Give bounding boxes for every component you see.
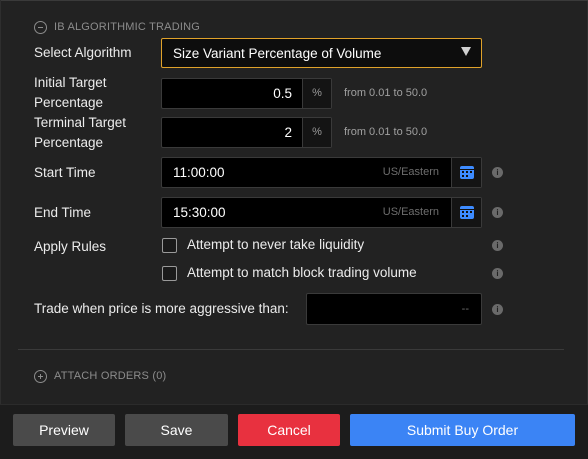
initial-target-input[interactable]: 0.5 % [161,78,332,109]
match-block-volume-checkbox[interactable] [162,266,177,281]
initial-target-unit: % [302,79,331,108]
info-icon[interactable]: i [492,207,503,218]
cancel-button[interactable]: Cancel [238,414,340,446]
end-time-label: End Time [34,205,92,220]
calendar-icon[interactable] [460,166,474,179]
terminal-target-hint: from 0.01 to 50.0 [344,126,428,138]
dropdown-caret-icon[interactable] [461,47,471,56]
info-icon[interactable]: i [492,240,503,251]
algo-section-header[interactable]: IB ALGORITHMIC TRADING [34,18,200,36]
terminal-target-unit: % [302,118,331,147]
end-time-value[interactable]: 15:30:00 [162,198,383,227]
algo-section-title: IB ALGORITHMIC TRADING [54,21,200,33]
calendar-icon[interactable] [460,206,474,219]
apply-rules-label: Apply Rules [34,239,107,254]
select-algorithm-label: Select Algorithm [34,45,132,60]
section-divider [18,349,564,350]
end-time-input[interactable]: 15:30:00 US/Eastern [161,197,482,228]
initial-target-label-line1: Initial Target [34,75,107,90]
end-time-calendar-button[interactable] [451,198,481,227]
terminal-target-label-line1: Terminal Target [34,115,127,130]
initial-target-value[interactable]: 0.5 [162,79,302,108]
order-panel: IB ALGORITHMIC TRADING Select Algorithm … [0,0,588,404]
terminal-target-input[interactable]: 2 % [161,117,332,148]
never-take-liquidity-label[interactable]: Attempt to never take liquidity [187,236,364,254]
attach-orders-title: ATTACH ORDERS (0) [54,370,167,382]
terminal-target-value[interactable]: 2 [162,118,302,147]
match-block-volume-label[interactable]: Attempt to match block trading volume [187,264,417,282]
initial-target-label-line2: Percentage [34,95,104,110]
preview-button[interactable]: Preview [13,414,115,446]
algorithm-select[interactable]: Size Variant Percentage of Volume [161,38,482,68]
attach-orders-header[interactable]: ATTACH ORDERS (0) [34,367,166,385]
collapse-minus-icon[interactable] [34,20,47,34]
aggressive-price-label: Trade when price is more aggressive than… [34,301,289,316]
expand-plus-icon[interactable] [34,369,47,383]
start-time-label: Start Time [34,165,96,180]
info-icon[interactable]: i [492,304,503,315]
start-time-value[interactable]: 11:00:00 [162,158,383,187]
initial-target-hint: from 0.01 to 50.0 [344,87,428,99]
end-time-timezone: US/Eastern [382,206,439,218]
info-icon[interactable]: i [492,268,503,279]
submit-buy-order-button[interactable]: Submit Buy Order [350,414,575,446]
algorithm-selected-value: Size Variant Percentage of Volume [173,45,382,61]
terminal-target-label-line2: Percentage [34,135,104,150]
top-border [1,0,588,1]
never-take-liquidity-checkbox[interactable] [162,238,177,253]
info-icon[interactable]: i [492,167,503,178]
start-time-input[interactable]: 11:00:00 US/Eastern [161,157,482,188]
aggressive-price-input[interactable]: -- [306,293,482,325]
start-time-calendar-button[interactable] [451,158,481,187]
start-time-timezone: US/Eastern [382,166,439,178]
save-button[interactable]: Save [125,414,228,446]
